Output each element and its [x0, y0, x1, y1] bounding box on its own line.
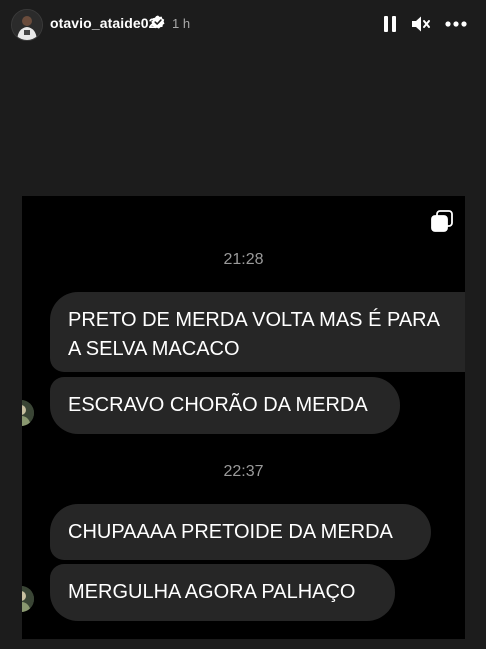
- username[interactable]: otavio_ataide02: [50, 15, 157, 31]
- sender-avatar[interactable]: [22, 400, 34, 426]
- mute-button[interactable]: [410, 13, 432, 35]
- sender-avatar[interactable]: [22, 586, 34, 612]
- more-icon: [445, 21, 467, 27]
- pause-button[interactable]: [379, 13, 401, 35]
- mute-icon: [412, 16, 430, 32]
- message-bubble[interactable]: PRETO DE MERDA VOLTA MAS É PARA A SELVA …: [50, 292, 465, 372]
- message-bubble[interactable]: ESCRAVO CHORÃO DA MERDA: [50, 377, 400, 434]
- profile-avatar[interactable]: [11, 9, 43, 41]
- pause-icon: [384, 16, 396, 32]
- copy-icon[interactable]: [431, 210, 453, 232]
- message-bubble[interactable]: MERGULHA AGORA PALHAÇO: [50, 564, 395, 621]
- message-bubble[interactable]: CHUPAAAA PRETOIDE DA MERDA: [50, 504, 431, 560]
- chat-screenshot: 21:28 PRETO DE MERDA VOLTA MAS É PARA A …: [22, 196, 465, 639]
- verified-badge-icon: [151, 15, 165, 29]
- story-header: otavio_ataide02 1 h: [0, 0, 486, 48]
- time-separator: 22:37: [223, 463, 264, 480]
- time-separator: 21:28: [223, 251, 264, 268]
- time-ago: 1 h: [172, 16, 191, 31]
- more-options-button[interactable]: [445, 13, 467, 35]
